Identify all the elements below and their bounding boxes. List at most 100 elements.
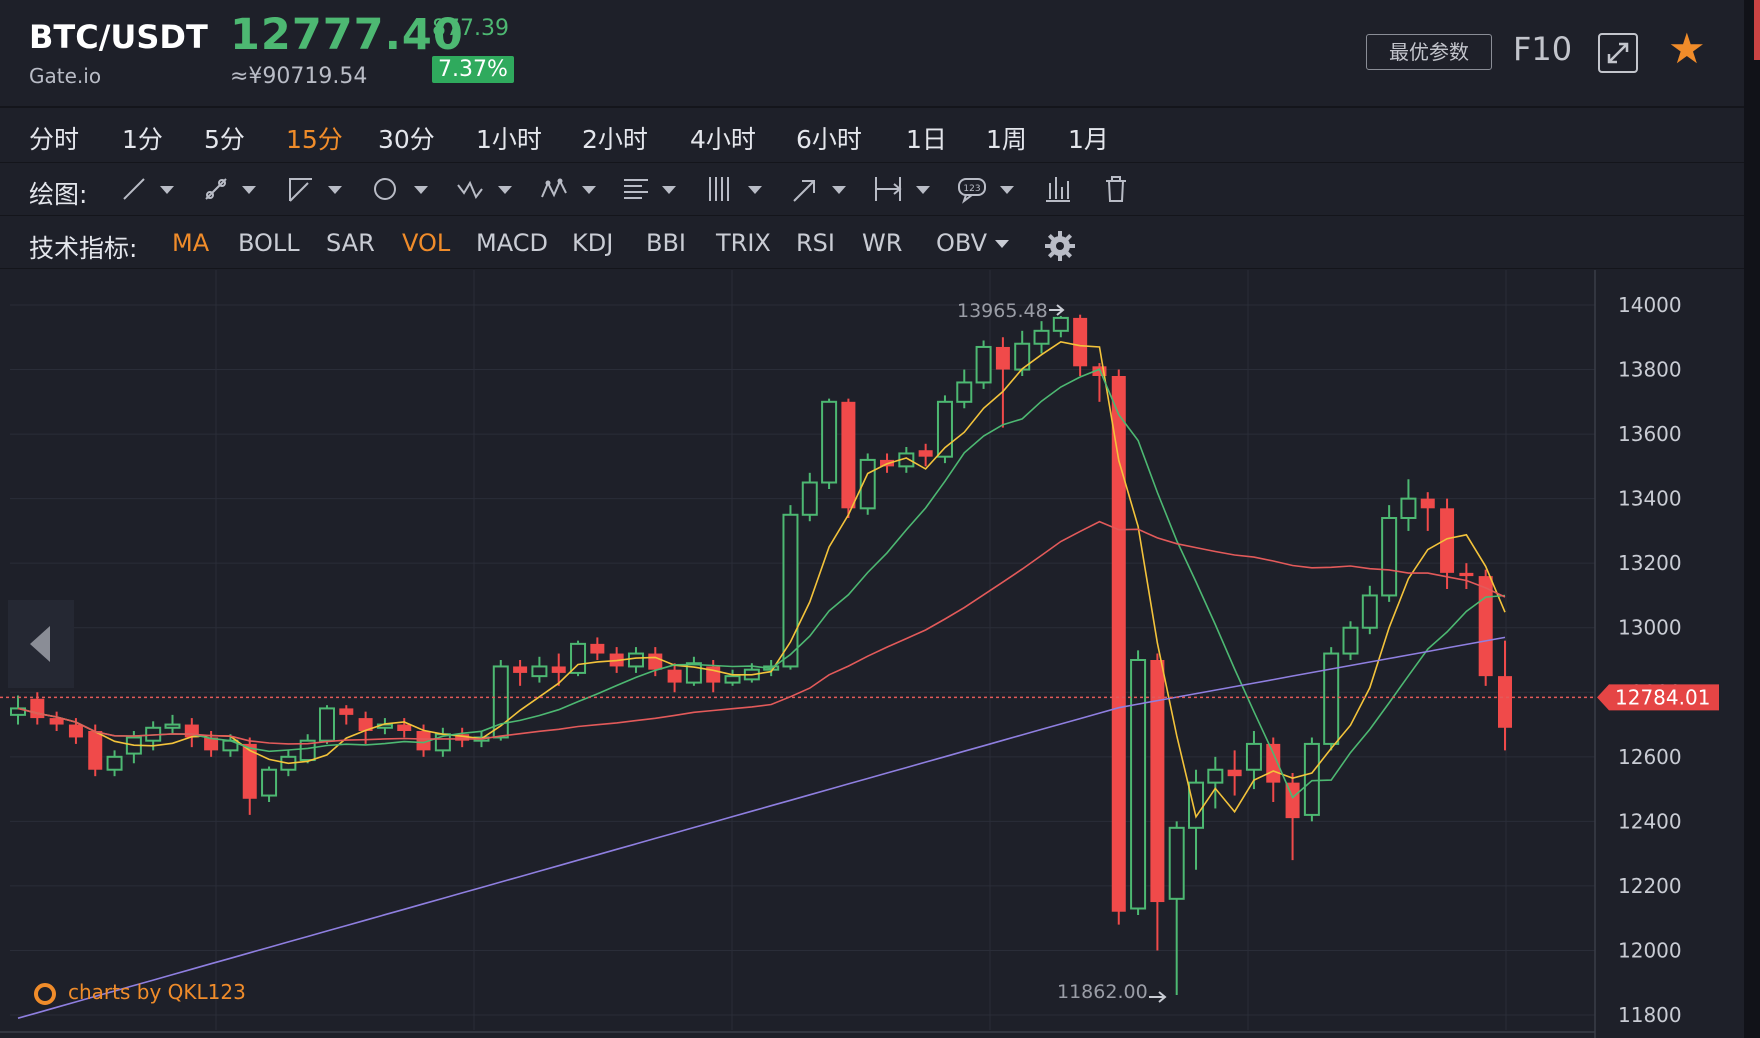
right-edge (1744, 0, 1760, 1038)
star-icon[interactable]: ★ (1668, 28, 1706, 70)
candle-body (164, 723, 181, 729)
indicator-tab[interactable]: OBV (936, 229, 1010, 257)
current-price-label: 12784.01 (1615, 685, 1710, 709)
indicator-tab[interactable]: BOLL (238, 229, 300, 257)
segment-tool-icon[interactable] (200, 171, 256, 207)
candle-body (590, 643, 605, 654)
candle-body (1400, 497, 1417, 520)
candle-body (724, 675, 741, 684)
price-chart[interactable]: 1400013800136001340013200130001280012600… (0, 270, 1744, 1038)
change-percent-badge: 7.37% (432, 56, 514, 83)
candle-body (1168, 826, 1185, 900)
candle-body (492, 665, 509, 739)
right-edge-accent (1754, 0, 1760, 60)
period-tab[interactable]: 4小时 (690, 120, 756, 156)
gann-tool-icon[interactable] (704, 171, 762, 207)
candle-body (30, 698, 45, 719)
fullscreen-icon[interactable] (1598, 33, 1638, 73)
high-marker-label: 13965.48 (957, 300, 1048, 322)
indicator-tab[interactable]: VOL (402, 229, 450, 257)
candle-body (782, 513, 799, 668)
candle-body (801, 481, 818, 516)
wave-tool-icon[interactable] (454, 171, 512, 207)
indicator-tab[interactable]: RSI (796, 229, 835, 257)
indicator-tab[interactable]: MACD (476, 229, 548, 257)
y-tick-label: 12200 (1618, 874, 1682, 898)
fib-tool-icon[interactable] (620, 171, 676, 207)
period-tabs: 分时 1分 5分 15分 30分 1小时 2小时 4小时 6小时 1日 1周 1月 (0, 108, 1744, 163)
candle-body (106, 755, 123, 771)
candle-body (1342, 626, 1359, 655)
period-tab[interactable]: 1分 (122, 120, 163, 156)
candle-body (1323, 652, 1340, 745)
y-tick-label: 13200 (1618, 551, 1682, 575)
period-tab[interactable]: 1周 (986, 120, 1027, 156)
drawing-label: 绘图: (29, 180, 88, 209)
label-tool-icon[interactable]: 123 (956, 171, 1014, 207)
scroll-left-button[interactable] (8, 600, 74, 688)
measure-tool-icon[interactable] (872, 171, 930, 207)
y-tick-label: 13600 (1618, 422, 1682, 446)
candle-body (667, 669, 682, 683)
candle-body (1052, 316, 1069, 332)
qkl-logo-icon (34, 982, 56, 1005)
ma-line (17, 636, 1506, 1019)
candle-body (1498, 676, 1512, 728)
exchange-name: Gate.io (29, 64, 102, 88)
high-marker-arrow (1049, 304, 1065, 316)
y-tick-label: 13000 (1618, 616, 1682, 640)
svg-text:123: 123 (963, 184, 980, 194)
period-tab[interactable]: 1月 (1068, 120, 1109, 156)
indicator-tab[interactable]: MA (172, 229, 209, 257)
indicator-tab[interactable]: SAR (326, 229, 375, 257)
indicator-toggle-icon[interactable] (1042, 171, 1098, 207)
candle-body (318, 707, 335, 742)
symbol-title: BTC/USDT (29, 18, 208, 56)
optimal-params-button[interactable]: 最优参数 (1366, 34, 1492, 70)
period-tab[interactable]: 1小时 (476, 120, 542, 156)
trash-icon[interactable] (1100, 171, 1156, 207)
f10-button[interactable]: F10 (1513, 30, 1572, 68)
y-tick-label: 12400 (1618, 809, 1682, 833)
chevron-left-icon (30, 626, 50, 662)
candle-body (1420, 498, 1435, 509)
y-tick-label: 12600 (1618, 745, 1682, 769)
ticker-header: BTC/USDT Gate.io 12777.40 ≈¥90719.54 877… (0, 0, 1744, 108)
candle-body (627, 652, 644, 668)
candle-body (1478, 576, 1493, 677)
candle-body (1245, 742, 1262, 771)
candle-body (956, 381, 973, 403)
ma-line (17, 520, 1506, 745)
period-tab[interactable]: 6小时 (796, 120, 862, 156)
y-tick-label: 14000 (1618, 293, 1682, 317)
period-tab[interactable]: 2小时 (582, 120, 648, 156)
change-absolute: 877.39 (432, 16, 509, 41)
low-marker-arrow (1149, 991, 1167, 1003)
period-tab[interactable]: 30分 (378, 120, 435, 156)
watermark-text: charts by QKL123 (68, 980, 246, 1004)
candle-body (531, 665, 548, 678)
indicator-tab[interactable]: KDJ (572, 229, 613, 257)
y-tick-label: 11800 (1618, 1003, 1682, 1027)
indicator-tab[interactable]: BBI (646, 229, 686, 257)
candle-body (88, 731, 103, 770)
gear-icon[interactable] (1044, 230, 1076, 266)
period-tab[interactable]: 1日 (906, 120, 947, 156)
arrow-tool-icon[interactable] (788, 171, 846, 207)
y-tick-label: 12000 (1618, 938, 1682, 962)
period-tab[interactable]: 5分 (204, 120, 245, 156)
line-tool-icon[interactable] (118, 171, 174, 207)
indicator-toolbar: 技术指标: MA BOLL SAR VOL MACD KDJ BBI TRIX RSI WR OBV (0, 216, 1744, 269)
indicator-tab[interactable]: TRIX (716, 229, 771, 257)
y-tick-label: 13800 (1618, 358, 1682, 382)
last-price: 12777.40 (230, 10, 464, 60)
indicator-tab[interactable]: WR (862, 229, 902, 257)
candle-body (1227, 769, 1242, 777)
pattern-tool-icon[interactable] (538, 171, 596, 207)
candle-body (918, 450, 933, 457)
shape-tool-icon[interactable] (370, 171, 428, 207)
drawing-toolbar: 绘图: 123 (0, 163, 1744, 216)
period-tab[interactable]: 分时 (29, 120, 79, 156)
period-tab[interactable]: 15分 (286, 120, 343, 156)
angle-tool-icon[interactable] (284, 171, 342, 207)
